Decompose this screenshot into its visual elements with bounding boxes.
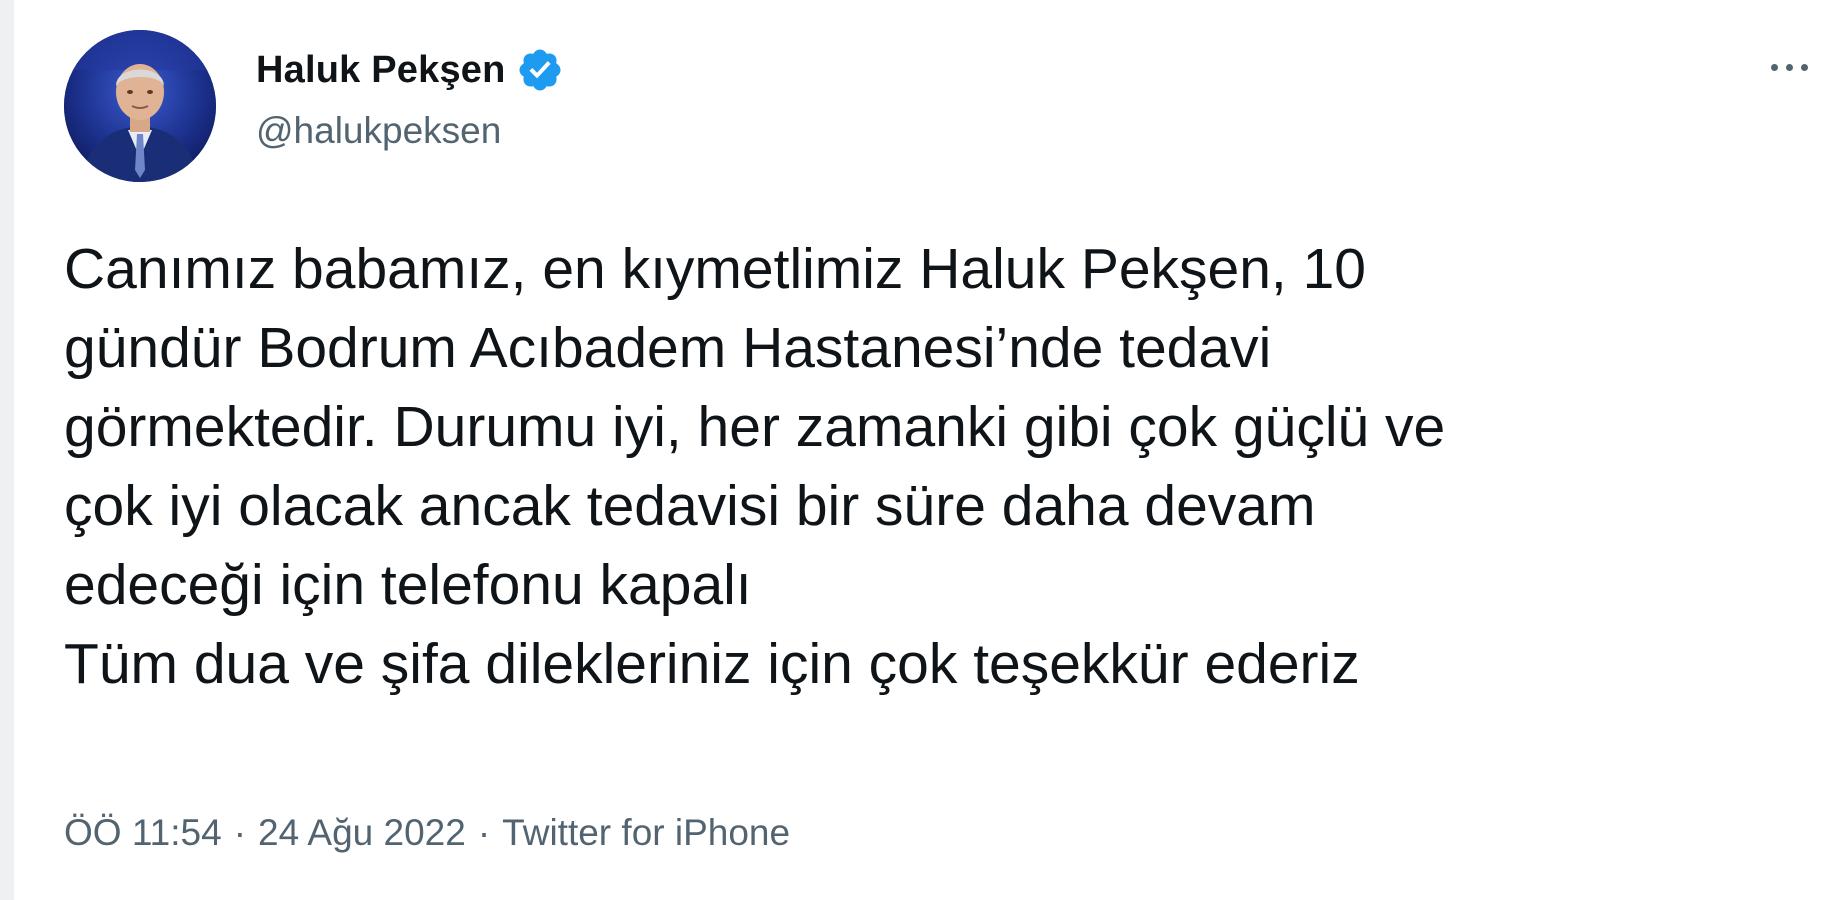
more-dot <box>1801 63 1808 71</box>
tweet-time[interactable]: ÖÖ 11:54 <box>64 812 222 854</box>
tweet-text: Canımız babamız, en kıymetlimiz Haluk Pe… <box>64 237 1446 696</box>
tweet-date[interactable]: 24 Ağu 2022 <box>258 812 466 854</box>
separator: · <box>233 812 247 853</box>
author-block: Haluk Pekşen @halukpeksen <box>256 44 564 152</box>
left-border <box>0 0 14 900</box>
author-display-name[interactable]: Haluk Pekşen <box>256 49 506 92</box>
tweet-card: Haluk Pekşen @halukpeksen Canımız babamı… <box>0 0 1837 900</box>
profile-photo <box>64 30 216 182</box>
tweet-source[interactable]: Twitter for iPhone <box>502 812 790 854</box>
avatar[interactable] <box>64 30 216 182</box>
author-handle[interactable]: @halukpeksen <box>256 110 564 152</box>
separator: · <box>477 812 491 853</box>
more-options-icon[interactable] <box>1771 52 1831 82</box>
tweet-metadata: ÖÖ 11:54 · 24 Ağu 2022 · Twitter for iPh… <box>64 812 790 854</box>
name-row: Haluk Pekşen <box>256 44 564 96</box>
more-dot <box>1786 63 1793 71</box>
more-dot <box>1771 63 1778 71</box>
verified-badge-icon <box>516 46 564 94</box>
